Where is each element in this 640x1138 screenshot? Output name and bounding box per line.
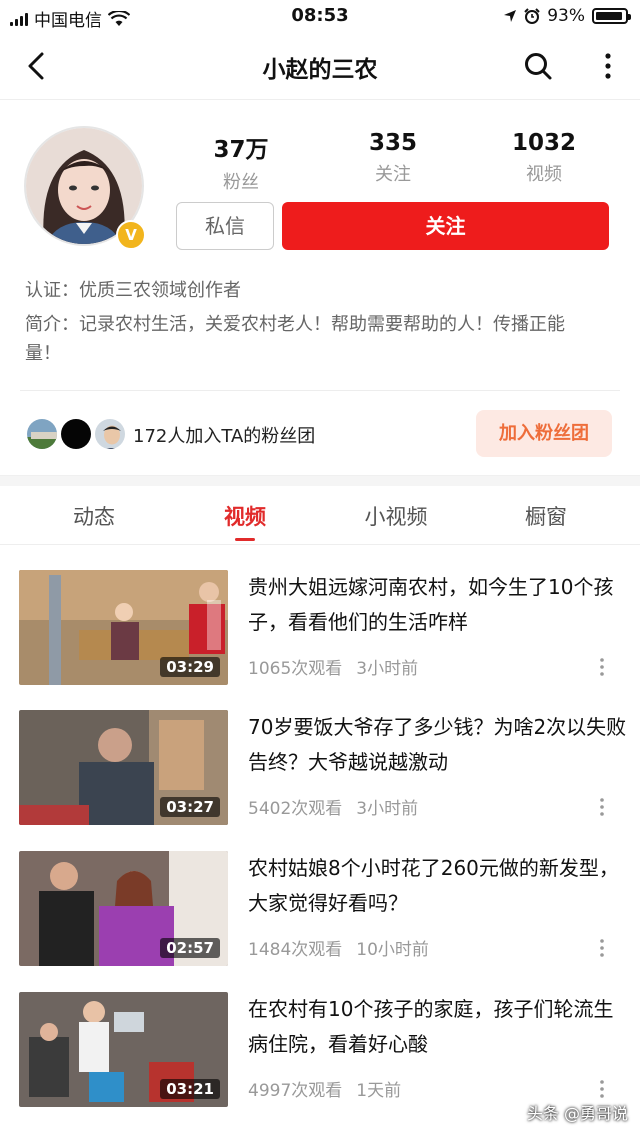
certification-text: 认证：优质三农领域创作者 — [25, 280, 241, 301]
stat-following-label: 关注 — [375, 164, 411, 185]
video-duration: 03:29 — [160, 657, 220, 677]
video-meta: 5402次观看 3小时前 — [248, 794, 418, 819]
video-thumbnail[interactable]: 03:27 — [19, 710, 228, 825]
video-duration: 03:21 — [160, 1079, 220, 1099]
stat-videos-value: 1032 — [511, 130, 576, 156]
avatar[interactable]: V — [24, 126, 146, 250]
more-vertical-icon[interactable] — [596, 656, 608, 678]
fan-avatar — [25, 417, 59, 451]
tab-showcase[interactable]: 橱窗 — [486, 501, 606, 531]
more-vertical-icon[interactable] — [596, 796, 608, 818]
video-title[interactable]: 农村姑娘8个小时花了260元做的新发型，大家觉得好看吗？ — [248, 851, 628, 921]
video-views: 1065次观看 — [248, 659, 343, 679]
video-meta: 4997次观看 1天前 — [248, 1076, 401, 1101]
more-vertical-icon[interactable] — [598, 51, 618, 81]
video-item[interactable]: 03:27 70岁要饭大爷存了多少钱？为啥2次以失败告终？大爷越说越激动 540… — [0, 710, 640, 838]
stat-fans-value: 37万 — [213, 137, 269, 163]
video-title[interactable]: 贵州大姐远嫁河南农村，如今生了10个孩子，看看他们的生活咋样 — [248, 570, 628, 640]
tab-videos[interactable]: 视频 — [185, 501, 305, 531]
more-vertical-icon[interactable] — [596, 1078, 608, 1100]
profile-header: V 37万 粉丝 335 关注 1032 视频 私信 关注 认证：优质三农领域创… — [0, 100, 640, 391]
tab-bar: 动态 视频 小视频 橱窗 — [0, 486, 640, 545]
section-gap — [0, 476, 640, 486]
status-bar: 中国电信 08:53 93% — [0, 0, 640, 33]
video-thumbnail[interactable]: 03:29 — [19, 570, 228, 685]
message-button[interactable]: 私信 — [176, 202, 274, 250]
video-item[interactable]: 03:29 贵州大姐远嫁河南农村，如今生了10个孩子，看看他们的生活咋样 106… — [0, 570, 640, 698]
tab-dynamics[interactable]: 动态 — [34, 501, 154, 531]
stat-following-value: 335 — [368, 130, 417, 156]
fan-avatar — [59, 417, 93, 451]
video-time: 10小时前 — [356, 940, 429, 960]
video-title[interactable]: 70岁要饭大爷存了多少钱？为啥2次以失败告终？大爷越说越激动 — [248, 710, 628, 780]
video-time: 3小时前 — [356, 659, 419, 679]
video-time: 3小时前 — [356, 799, 419, 819]
nav-bar: 小赵的三农 — [0, 33, 640, 100]
video-thumbnail[interactable]: 02:57 — [19, 851, 228, 966]
watermark: 头条 @勇哥说 — [526, 1104, 628, 1123]
video-meta: 1065次观看 3小时前 — [248, 654, 418, 679]
video-duration: 03:27 — [160, 797, 220, 817]
stat-fans[interactable]: 37万 粉丝 — [186, 130, 296, 194]
video-duration: 02:57 — [160, 938, 220, 958]
video-meta: 1484次观看 10小时前 — [248, 935, 429, 960]
location-icon — [504, 10, 517, 22]
video-item[interactable]: 02:57 农村姑娘8个小时花了260元做的新发型，大家觉得好看吗？ 1484次… — [0, 851, 640, 979]
battery-percent: 93% — [547, 6, 585, 26]
battery-icon — [592, 8, 631, 24]
video-title[interactable]: 在农村有10个孩子的家庭，孩子们轮流生病住院，看着好心酸 — [248, 992, 628, 1062]
follow-button[interactable]: 关注 — [282, 202, 609, 250]
profile-intro: 简介：记录农村生活，关爱农村老人！帮助需要帮助的人！传播正能量！ — [25, 314, 565, 364]
video-time: 1天前 — [356, 1081, 402, 1101]
stat-fans-label: 粉丝 — [223, 172, 259, 193]
video-thumbnail[interactable]: 03:21 — [19, 992, 228, 1107]
stat-following[interactable]: 335 关注 — [338, 130, 448, 186]
search-icon[interactable] — [522, 50, 554, 82]
stat-videos[interactable]: 1032 视频 — [489, 130, 599, 186]
tab-short-videos[interactable]: 小视频 — [336, 501, 456, 531]
join-fan-club-button[interactable]: 加入粉丝团 — [476, 410, 612, 457]
fan-club-count: 172人加入TA的粉丝团 — [133, 426, 316, 447]
stat-videos-label: 视频 — [526, 164, 562, 185]
video-views: 4997次观看 — [248, 1081, 343, 1101]
fan-avatar — [93, 417, 127, 451]
fan-club-row[interactable]: 172人加入TA的粉丝团 加入粉丝团 — [0, 390, 640, 476]
more-vertical-icon[interactable] — [596, 937, 608, 959]
alarm-icon — [524, 8, 540, 24]
verified-badge-icon: V — [116, 220, 146, 250]
video-views: 5402次观看 — [248, 799, 343, 819]
video-views: 1484次观看 — [248, 940, 343, 960]
active-tab-indicator — [235, 538, 255, 541]
